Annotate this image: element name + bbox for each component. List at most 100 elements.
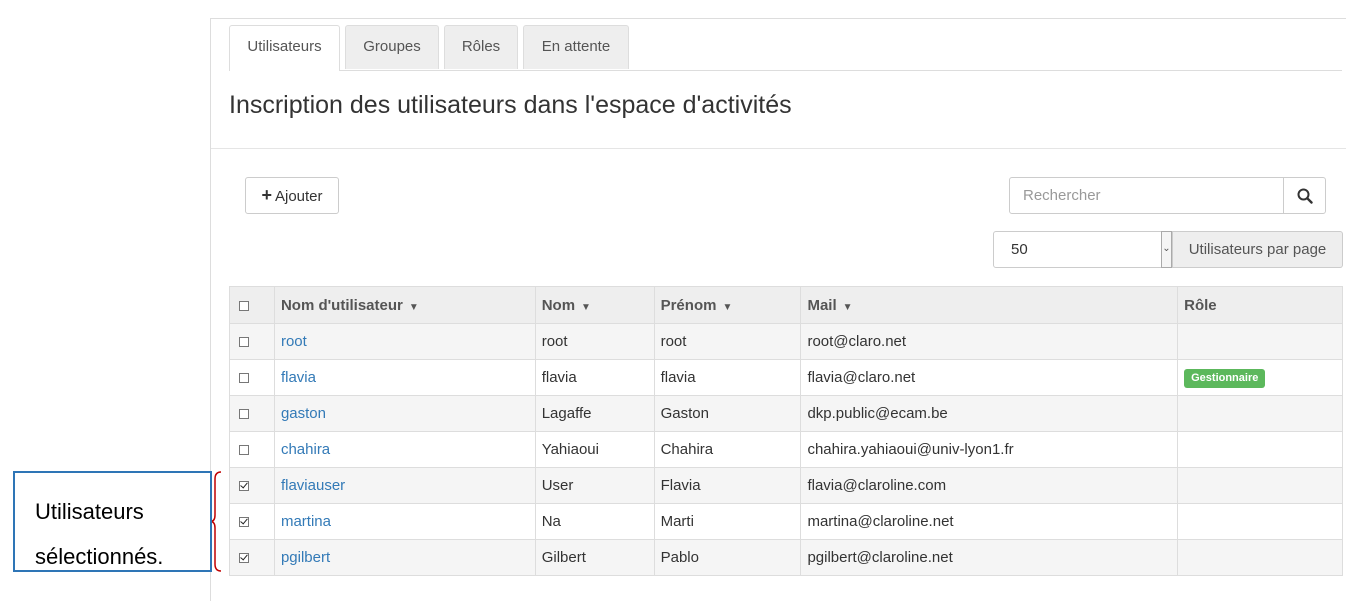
- role-cell: [1177, 431, 1343, 468]
- per-page-value: 50: [1011, 241, 1028, 258]
- username-cell: martina: [273, 503, 536, 540]
- username-cell: flaviauser: [273, 467, 536, 504]
- header-nom-label: Nom: [541, 296, 576, 314]
- role-cell: Gestionnaire: [1177, 359, 1343, 396]
- table-row: root root root root@claro.net: [229, 323, 1343, 360]
- sort-caret-icon: ▼: [842, 301, 853, 313]
- row-checkbox[interactable]: [239, 373, 249, 384]
- mail-value: chahira.yahiaoui@univ-lyon1.fr: [807, 441, 1014, 458]
- callout-line-2: sélectionnés.: [35, 544, 164, 569]
- mail-cell: flavia@claroline.com: [800, 467, 1179, 504]
- role-cell: [1177, 323, 1343, 360]
- header-mail-label: Mail: [807, 296, 837, 314]
- header-prenom-label: Prénom: [660, 296, 717, 314]
- table-row: flaviauser User Flavia flavia@claroline.com: [229, 467, 1343, 504]
- prenom-cell: flavia: [653, 359, 802, 396]
- table-row: chahira Yahiaoui Chahira chahira.yahiaoui@u…: [229, 431, 1343, 468]
- row-checkbox[interactable]: [239, 409, 249, 420]
- header-nom[interactable]: Nom ▼: [534, 286, 655, 324]
- divider: [211, 148, 1346, 149]
- prenom-value: flavia: [660, 369, 696, 386]
- row-select-cell: [229, 503, 275, 540]
- nom-cell: flavia: [534, 359, 655, 396]
- header-username[interactable]: Nom d'utilisateur ▼: [273, 286, 536, 324]
- nom-cell: User: [534, 467, 655, 504]
- header-mail[interactable]: Mail ▼: [800, 286, 1179, 324]
- header-username-label: Nom d'utilisateur: [280, 296, 403, 314]
- row-checkbox[interactable]: [239, 481, 249, 492]
- nom-cell: Yahiaoui: [534, 431, 655, 468]
- prenom-cell: Gaston: [653, 395, 802, 432]
- username-cell: root: [273, 323, 536, 360]
- callout-line-1: Utilisateurs: [35, 499, 144, 524]
- tab-groupes[interactable]: Groupes: [345, 25, 439, 69]
- mail-value: dkp.public@ecam.be: [807, 405, 948, 422]
- header-role: Rôle: [1177, 286, 1343, 324]
- search-input[interactable]: [1009, 177, 1284, 214]
- add-button-label: Ajouter: [274, 188, 323, 205]
- row-checkbox[interactable]: [239, 445, 249, 456]
- username-cell: pgilbert: [273, 539, 536, 576]
- role-cell: [1177, 503, 1343, 540]
- mail-cell: root@claro.net: [800, 323, 1179, 360]
- search-icon: [1297, 188, 1313, 204]
- nom-value: flavia: [541, 369, 577, 386]
- prenom-value: Pablo: [660, 549, 699, 566]
- row-checkbox[interactable]: [239, 337, 249, 348]
- nom-cell: Na: [534, 503, 655, 540]
- select-all-checkbox[interactable]: [239, 300, 249, 311]
- nom-value: Na: [541, 513, 561, 530]
- prenom-value: Chahira: [660, 441, 714, 458]
- row-checkbox[interactable]: [239, 517, 249, 528]
- role-cell: [1177, 467, 1343, 504]
- row-checkbox[interactable]: [239, 553, 249, 564]
- prenom-value: Flavia: [660, 477, 701, 494]
- tab-roles[interactable]: Rôles: [444, 25, 518, 69]
- mail-value: flavia@claroline.com: [807, 477, 947, 494]
- row-select-cell: [229, 395, 275, 432]
- mail-value: pgilbert@claroline.net: [807, 549, 953, 566]
- prenom-cell: root: [653, 323, 802, 360]
- header-role-label: Rôle: [1184, 296, 1217, 314]
- username-link[interactable]: gaston: [281, 405, 326, 422]
- prenom-value: root: [660, 333, 687, 350]
- prenom-value: Marti: [660, 513, 694, 530]
- role-cell: [1177, 539, 1343, 576]
- mail-value: flavia@claro.net: [807, 369, 916, 386]
- row-select-cell: [229, 359, 275, 396]
- username-link[interactable]: martina: [281, 513, 331, 530]
- prenom-cell: Marti: [653, 503, 802, 540]
- add-button[interactable]: + Ajouter: [245, 177, 339, 214]
- username-link[interactable]: pgilbert: [281, 549, 330, 566]
- row-select-cell: [229, 431, 275, 468]
- nom-cell: root: [534, 323, 655, 360]
- header-prenom[interactable]: Prénom ▼: [653, 286, 802, 324]
- row-select-cell: [229, 539, 275, 576]
- table-header-row: Nom d'utilisateur ▼ Nom ▼ Prénom ▼ Mail ▼ Rô…: [229, 286, 1343, 324]
- chevron-down-icon[interactable]: ⌄: [1161, 231, 1172, 268]
- tab-en-attente[interactable]: En attente: [523, 25, 629, 69]
- username-link[interactable]: chahira: [281, 441, 330, 458]
- per-page-select[interactable]: 50 ⌄: [993, 231, 1173, 268]
- mail-cell: dkp.public@ecam.be: [800, 395, 1179, 432]
- username-cell: gaston: [273, 395, 536, 432]
- table-row: gaston Lagaffe Gaston dkp.public@ecam.be: [229, 395, 1343, 432]
- nom-value: root: [541, 333, 568, 350]
- sort-caret-icon: ▼: [581, 301, 591, 313]
- username-link[interactable]: flaviauser: [281, 477, 345, 494]
- mail-value: root@claro.net: [807, 333, 907, 350]
- mail-value: martina@claroline.net: [807, 513, 954, 530]
- nom-value: User: [541, 477, 574, 494]
- tab-utilisateurs[interactable]: Utilisateurs: [229, 25, 340, 71]
- per-page-label: Utilisateurs par page: [1173, 231, 1343, 268]
- table-row: martina Na Marti martina@claroline.net: [229, 503, 1343, 540]
- prenom-value: Gaston: [660, 405, 709, 422]
- search-button[interactable]: [1283, 177, 1326, 214]
- role-badge: Gestionnaire: [1184, 368, 1266, 388]
- workspace-panel: Utilisateurs Groupes Rôles En attente In…: [210, 18, 1346, 601]
- username-link[interactable]: root: [281, 333, 307, 350]
- plus-icon: +: [261, 185, 272, 205]
- username-link[interactable]: flavia: [281, 369, 316, 386]
- sort-caret-icon: ▼: [722, 301, 733, 313]
- row-select-cell: [229, 323, 275, 360]
